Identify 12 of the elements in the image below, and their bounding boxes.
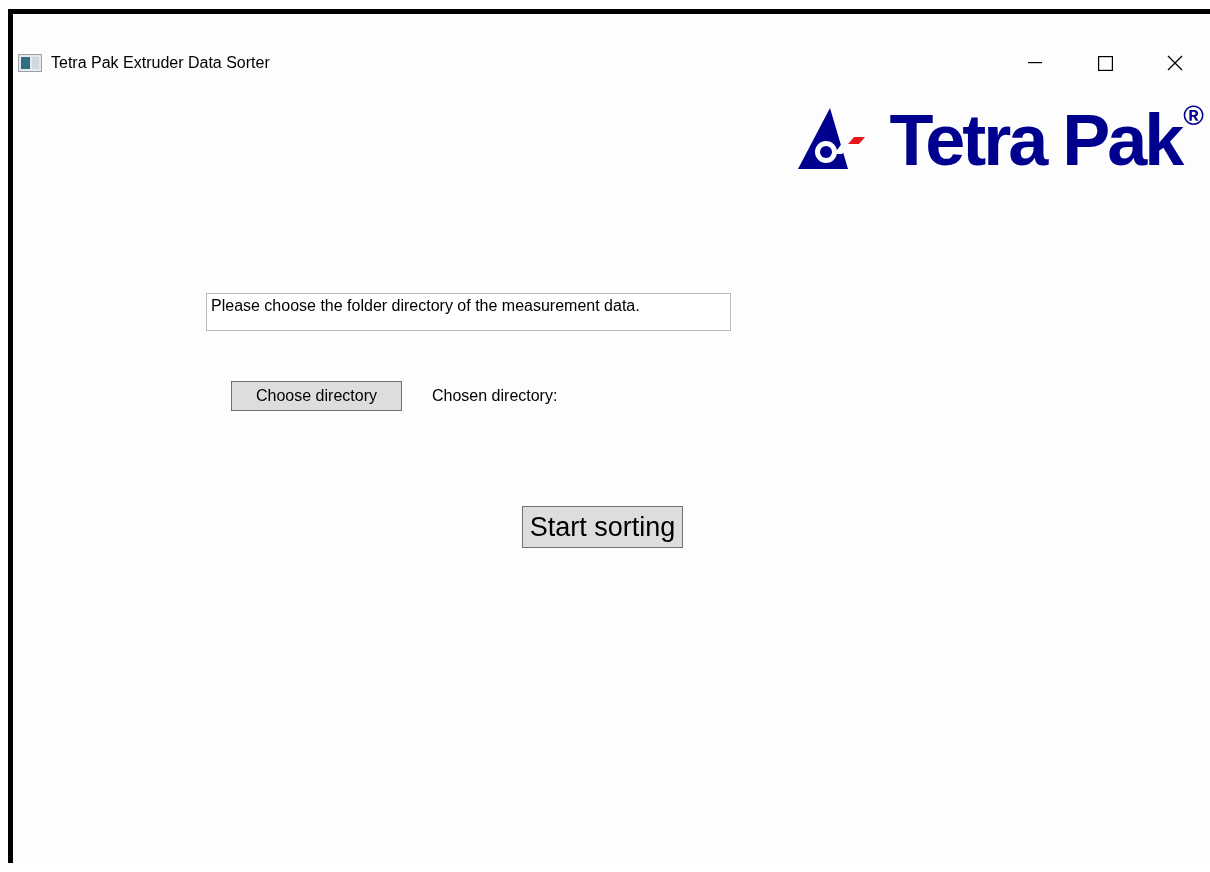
registered-mark: ® [1183, 102, 1204, 130]
close-icon [1167, 55, 1183, 71]
message-field[interactable]: Please choose the folder directory of the measurement data. [206, 293, 731, 331]
app-icon [18, 54, 42, 72]
logo-triangle-icon [797, 108, 866, 170]
maximize-icon [1097, 55, 1113, 71]
minimize-icon [1028, 62, 1042, 64]
logo-wordmark: Tetra Pak [889, 108, 1182, 172]
start-sorting-button[interactable]: Start sorting [522, 506, 683, 548]
choose-directory-button[interactable]: Choose directory [231, 381, 402, 411]
window-title: Tetra Pak Extruder Data Sorter [51, 54, 271, 72]
chosen-directory-label: Chosen directory: [432, 387, 558, 405]
